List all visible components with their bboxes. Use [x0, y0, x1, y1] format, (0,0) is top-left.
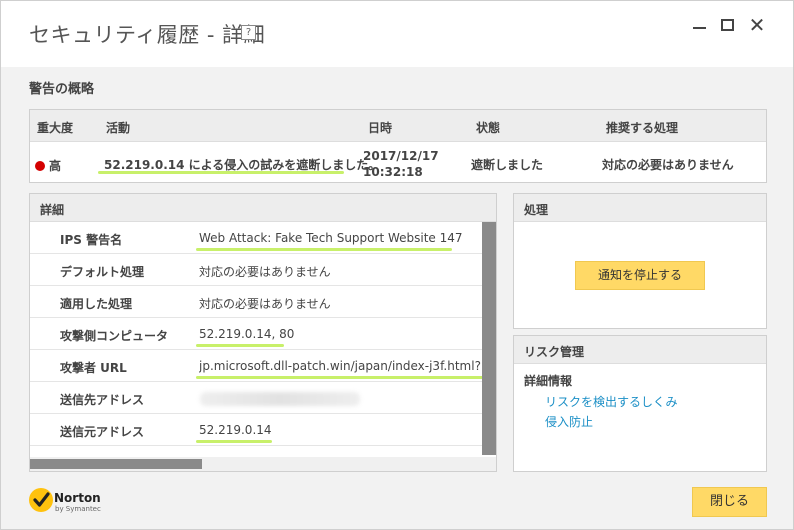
- security-history-window: セキュリティ履歴 - 詳細 ? ✕ 警告の概略 重大度 活動 日時 状態 推奨す…: [0, 0, 794, 530]
- header-activity[interactable]: 活動: [106, 119, 130, 136]
- detail-row: 攻撃側コンピュータ 52.219.0.14, 80: [30, 318, 482, 350]
- title-bar: セキュリティ履歴 - 詳細 ? ✕: [1, 1, 793, 67]
- alert-summary-table: 重大度 活動 日時 状態 推奨する処理 高 52.219.0.14 による侵入の…: [29, 109, 767, 183]
- detail-value: 52.219.0.14, 80: [199, 327, 295, 341]
- close-window-button[interactable]: ✕: [747, 13, 767, 37]
- summary-section-label: 警告の概略: [29, 82, 95, 97]
- minimize-button[interactable]: [689, 15, 709, 35]
- highlight-underline: [196, 344, 284, 347]
- highlight-underline: [196, 248, 452, 251]
- check-icon: [33, 492, 50, 507]
- detail-value: 52.219.0.14: [199, 423, 272, 437]
- detail-value: 対応の必要はありません: [199, 265, 331, 279]
- logo-subtitle: by Symantec: [55, 505, 101, 513]
- maximize-icon: [720, 19, 734, 31]
- close-icon: ✕: [748, 13, 766, 37]
- detail-row: 送信先アドレス: [30, 382, 482, 414]
- severity-value: 高: [49, 159, 62, 173]
- norton-check-icon: [29, 488, 53, 512]
- details-panel: 詳細 IPS 警告名 Web Attack: Fake Tech Support…: [29, 193, 497, 472]
- risk-management-panel: リスク管理 詳細情報 リスクを検出するしくみ 侵入防止: [513, 335, 767, 472]
- action-panel: 処理 通知を停止する: [513, 193, 767, 329]
- risk-subtitle: 詳細情報: [524, 374, 573, 388]
- detail-row: 適用した処理 対応の必要はありません: [30, 286, 482, 318]
- highlight-underline: [196, 376, 486, 379]
- detail-row: デフォルト処理 対応の必要はありません: [30, 254, 482, 286]
- logo-name: Norton: [54, 491, 101, 505]
- severity-high-icon: [35, 161, 45, 171]
- detail-label: 攻撃側コンピュータ: [60, 329, 169, 343]
- stop-notification-button[interactable]: 通知を停止する: [575, 261, 705, 290]
- maximize-button[interactable]: [717, 15, 737, 35]
- details-horizontal-scrollbar[interactable]: [30, 457, 496, 471]
- detail-label: 送信元アドレス: [60, 425, 145, 439]
- status-value: 遮断しました: [471, 158, 544, 172]
- detail-row: 攻撃者 URL jp.microsoft.dll-patch.win/japan…: [30, 350, 486, 382]
- detail-row: IPS 警告名 Web Attack: Fake Tech Support We…: [30, 222, 482, 254]
- detail-label: デフォルト処理: [60, 265, 145, 279]
- highlight-underline: [196, 440, 272, 443]
- intrusion-prevention-link[interactable]: 侵入防止: [545, 413, 593, 430]
- detail-row: 送信元アドレス 52.219.0.14: [30, 414, 482, 446]
- highlight-underline: [98, 171, 344, 174]
- risk-detection-link[interactable]: リスクを検出するしくみ: [545, 393, 677, 410]
- horizontal-scroll-thumb[interactable]: [30, 459, 202, 469]
- detail-label: 適用した処理: [60, 297, 133, 311]
- detail-value: Web Attack: Fake Tech Support Website 14…: [199, 231, 463, 245]
- header-status[interactable]: 状態: [476, 119, 500, 136]
- action-panel-title: 処理: [514, 194, 766, 222]
- header-severity[interactable]: 重大度: [37, 119, 73, 136]
- window-title: セキュリティ履歴 - 詳細: [29, 23, 266, 47]
- summary-header-row: 重大度 活動 日時 状態 推奨する処理: [30, 110, 766, 142]
- detail-label: IPS 警告名: [60, 233, 123, 247]
- norton-logo: Norton by Symantec: [29, 488, 119, 516]
- recommended-value: 対応の必要はありません: [602, 158, 734, 172]
- detail-value: 対応の必要はありません: [199, 297, 331, 311]
- date-value: 2017/12/17: [363, 149, 439, 163]
- details-vertical-scrollbar[interactable]: [482, 222, 496, 455]
- time-value: 10:32:18: [363, 165, 423, 179]
- detail-value: jp.microsoft.dll-patch.win/japan/index-j…: [199, 359, 482, 373]
- help-icon[interactable]: ?: [241, 25, 256, 40]
- redacted-value: [200, 392, 360, 406]
- header-recommended[interactable]: 推奨する処理: [606, 119, 678, 136]
- close-button[interactable]: 閉じる: [692, 487, 767, 517]
- details-title: 詳細: [30, 194, 496, 222]
- risk-panel-title: リスク管理: [514, 336, 766, 364]
- detail-label: 攻撃者 URL: [60, 361, 127, 375]
- header-datetime[interactable]: 日時: [368, 119, 392, 136]
- minimize-icon: [692, 27, 706, 29]
- detail-label: 送信先アドレス: [60, 393, 145, 407]
- vertical-scroll-thumb[interactable]: [482, 222, 496, 455]
